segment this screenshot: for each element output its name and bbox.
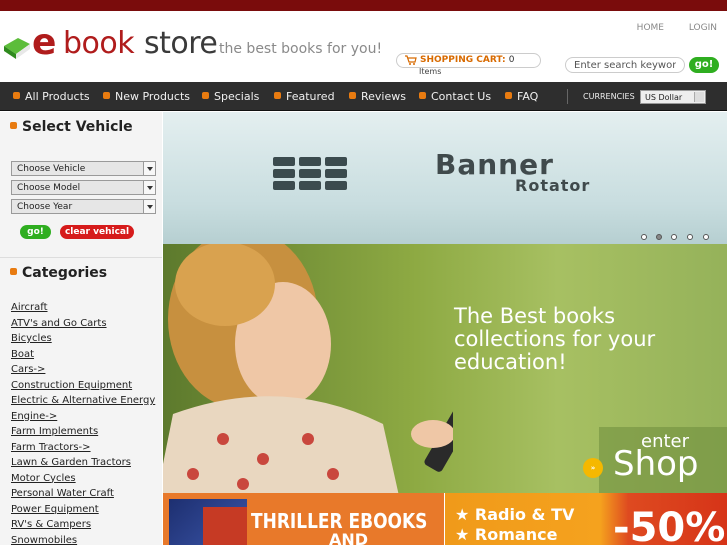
star-icon: ★ (455, 505, 475, 524)
shop-label: Shop (613, 444, 699, 484)
enter-shop-button[interactable]: » enter Shop (583, 427, 727, 493)
category-link[interactable]: Snowmobiles (11, 533, 155, 545)
nav-reviews[interactable]: Reviews (349, 90, 406, 103)
chevron-down-icon (143, 162, 155, 175)
top-decor-strip (0, 0, 727, 11)
banner-dot-active[interactable] (656, 234, 662, 240)
hero-line-2: collections for your (454, 327, 656, 351)
banner-dot[interactable] (641, 234, 647, 240)
search-input[interactable] (565, 57, 685, 73)
bullet-icon (202, 92, 209, 99)
nav-faq[interactable]: FAQ (505, 90, 538, 103)
search-go-button[interactable]: go! (689, 57, 719, 73)
main-nav: All Products New Products Specials Featu… (0, 82, 727, 111)
banner-dot[interactable] (687, 234, 693, 240)
currency-select[interactable]: US Dollar (640, 90, 706, 104)
category-link[interactable]: Engine-> (11, 409, 155, 425)
chevron-down-icon (143, 181, 155, 194)
select-vehicle-heading: Select Vehicle (10, 119, 133, 135)
hero-line-1: The Best books (454, 304, 616, 328)
page: e book store the best books for you! HOM… (0, 0, 727, 545)
banner-dot[interactable] (703, 234, 709, 240)
shopping-cart[interactable]: SHOPPING CART: 0 (396, 53, 541, 68)
cart-count: 0 (508, 55, 515, 65)
chevron-down-icon (143, 200, 155, 213)
banner-subtitle: Rotator (515, 176, 591, 195)
category-link[interactable]: Personal Water Craft (11, 486, 155, 502)
category-list: Aircraft ATV's and Go Carts Bicycles Boa… (11, 300, 155, 545)
promo1-line-2: AND (329, 530, 369, 545)
nav-new-products[interactable]: New Products (103, 90, 190, 103)
top-links: HOME LOGIN (615, 23, 717, 33)
category-link[interactable]: ATV's and Go Carts (11, 316, 155, 332)
vehicle-go-button[interactable]: go! (20, 225, 51, 239)
bullet-icon (103, 92, 110, 99)
chevron-down-icon (694, 92, 704, 102)
hero-banner[interactable]: The Best books collections for your educ… (163, 244, 727, 493)
cart-icon (405, 55, 417, 65)
hero-line-3: education! (454, 350, 567, 374)
category-link[interactable]: Bicycles (11, 331, 155, 347)
category-link[interactable]: Construction Equipment (11, 378, 155, 394)
book-cover-image (203, 507, 247, 545)
logo-e: e (32, 22, 57, 63)
nav-featured[interactable]: Featured (274, 90, 335, 103)
category-link[interactable]: Electric & Alternative Energy (11, 393, 155, 409)
logo-store: store (144, 26, 218, 61)
tagline: the best books for you! (219, 41, 383, 57)
nav-specials[interactable]: Specials (202, 90, 259, 103)
bullet-icon (349, 92, 356, 99)
categories-heading: Categories (10, 265, 107, 281)
star-icon: ★ (455, 525, 475, 544)
currencies-label: CURRENCIES (583, 92, 635, 101)
bullet-icon (419, 92, 426, 99)
woman-reading-image (163, 244, 453, 493)
logo[interactable]: e book store (2, 22, 218, 66)
cart-items-label: Items (419, 67, 442, 76)
nav-contact-us[interactable]: Contact Us (419, 90, 491, 103)
sidebar-divider (0, 257, 162, 258)
choose-year-select[interactable]: Choose Year (11, 199, 156, 214)
nav-all-products[interactable]: All Products (13, 90, 90, 103)
category-link[interactable]: Lawn & Garden Tractors (11, 455, 155, 471)
bullet-icon (505, 92, 512, 99)
choose-model-select[interactable]: Choose Model (11, 180, 156, 195)
banner-rotator[interactable]: Banner Rotator (163, 112, 727, 244)
category-link[interactable]: RV's & Campers (11, 517, 155, 533)
category-link[interactable]: Farm Implements (11, 424, 155, 440)
category-link[interactable]: Farm Tractors-> (11, 440, 155, 456)
category-link[interactable]: Motor Cycles (11, 471, 155, 487)
category-link[interactable]: Power Equipment (11, 502, 155, 518)
promo-thriller-ebooks[interactable]: THRILLER EBOOKS AND (163, 493, 444, 545)
category-link[interactable]: Boat (11, 347, 155, 363)
category-link[interactable]: Aircraft (11, 300, 155, 316)
home-link[interactable]: HOME (637, 23, 664, 33)
discount-label: -50% (613, 505, 726, 545)
bullet-icon (10, 122, 17, 129)
promo2-line-1: ★ Radio & TV (455, 505, 575, 524)
clear-vehicle-button[interactable]: clear vehical (60, 225, 134, 239)
promo2-line-2: ★ Romance (455, 525, 558, 544)
bullet-icon (274, 92, 281, 99)
arrow-right-icon: » (583, 458, 603, 478)
login-link[interactable]: LOGIN (689, 23, 717, 33)
cart-label: SHOPPING CART: (420, 55, 506, 65)
choose-vehicle-select[interactable]: Choose Vehicle (11, 161, 156, 176)
promo-radio-tv-romance[interactable]: ★ Radio & TV ★ Romance -50% (445, 493, 727, 545)
banner-dot[interactable] (671, 234, 677, 240)
category-link[interactable]: Cars-> (11, 362, 155, 378)
logo-book: book (63, 26, 135, 61)
nav-divider (567, 89, 568, 104)
bullet-icon (13, 92, 20, 99)
book-icon (4, 38, 30, 59)
bullet-icon (10, 268, 17, 275)
